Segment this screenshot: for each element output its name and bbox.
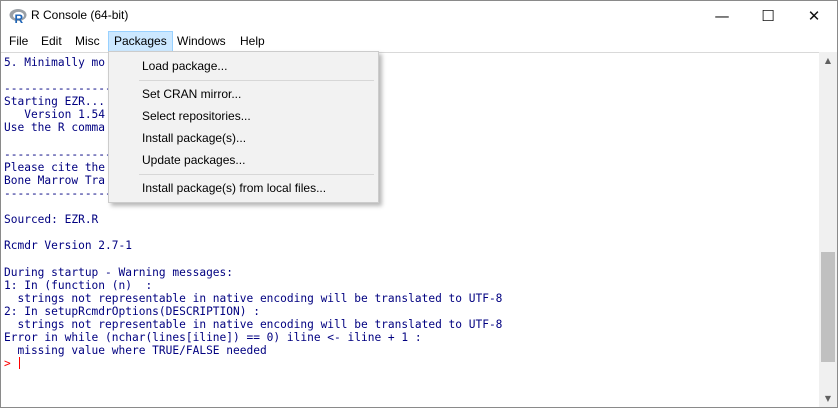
console-line: Please cite the [4,160,106,174]
menu-help[interactable]: Help [235,31,270,52]
console-line: ---------------- [4,82,112,96]
console-line: During startup - Warning messages: [4,265,234,279]
minimize-icon: — [714,7,730,25]
menu-bar: File Edit Misc Packages Windows Help [1,31,837,52]
console-line: Sourced: EZR.R [4,213,99,227]
console-line: Error in while (nchar(lines[iline]) == 0… [4,330,422,344]
console-line: 5. Minimally mo [4,56,106,69]
scroll-up-arrow-icon[interactable]: ▲ [819,52,837,69]
console-line: strings not representable in native enco… [4,291,503,305]
menu-misc[interactable]: Misc [70,31,105,52]
menu-item-update-packages[interactable]: Update packages... [142,150,245,170]
menu-windows[interactable]: Windows [172,31,231,52]
vertical-scrollbar[interactable]: ▲ ▼ [819,52,837,407]
svg-text:R: R [15,12,24,25]
close-icon: ✕ [807,7,821,25]
title-bar[interactable]: R R Console (64-bit) — ☐ ✕ [1,1,837,31]
console-line: 1: In (function (n) : [4,278,153,292]
console-line: Starting EZR... [4,95,106,109]
scroll-down-arrow-icon[interactable]: ▼ [819,390,837,407]
menu-edit[interactable]: Edit [36,31,67,52]
console-prompt: > [4,357,11,371]
console-line: ---------------- [4,147,112,161]
text-cursor [18,357,20,370]
menu-item-install-from-local[interactable]: Install package(s) from local files... [142,178,326,198]
maximize-icon: ☐ [761,7,775,25]
console-line: Use the R comma [4,121,106,135]
menu-packages[interactable]: Packages [108,31,173,52]
scroll-thumb[interactable] [821,252,835,362]
r-console-window: R R Console (64-bit) — ☐ ✕ File Edit Mis… [0,0,838,408]
window-title: R Console (64-bit) [31,8,129,22]
console-line: Bone Marrow Tra [4,173,106,187]
console-line: Version 1.54 [4,108,106,122]
console-line: missing value where TRUE/FALSE needed [4,344,267,358]
menu-file[interactable]: File [4,31,33,52]
menu-item-install-packages[interactable]: Install package(s)... [142,128,246,148]
menu-item-load-package[interactable]: Load package... [142,56,227,76]
menu-separator [139,174,374,175]
console-line: Rcmdr Version 2.7-1 [4,239,132,253]
menu-item-select-repositories[interactable]: Select repositories... [142,106,251,126]
maximize-button[interactable]: ☐ [745,1,791,31]
menu-item-set-cran-mirror[interactable]: Set CRAN mirror... [142,84,241,104]
close-button[interactable]: ✕ [791,1,837,31]
r-logo-icon: R [9,9,27,25]
minimize-button[interactable]: — [699,1,745,31]
console-line: 2: In setupRcmdrOptions(DESCRIPTION) : [4,304,260,318]
console-line: strings not representable in native enco… [4,317,503,331]
menu-separator [139,80,374,81]
packages-dropdown-menu: Load package... Set CRAN mirror... Selec… [108,51,379,203]
